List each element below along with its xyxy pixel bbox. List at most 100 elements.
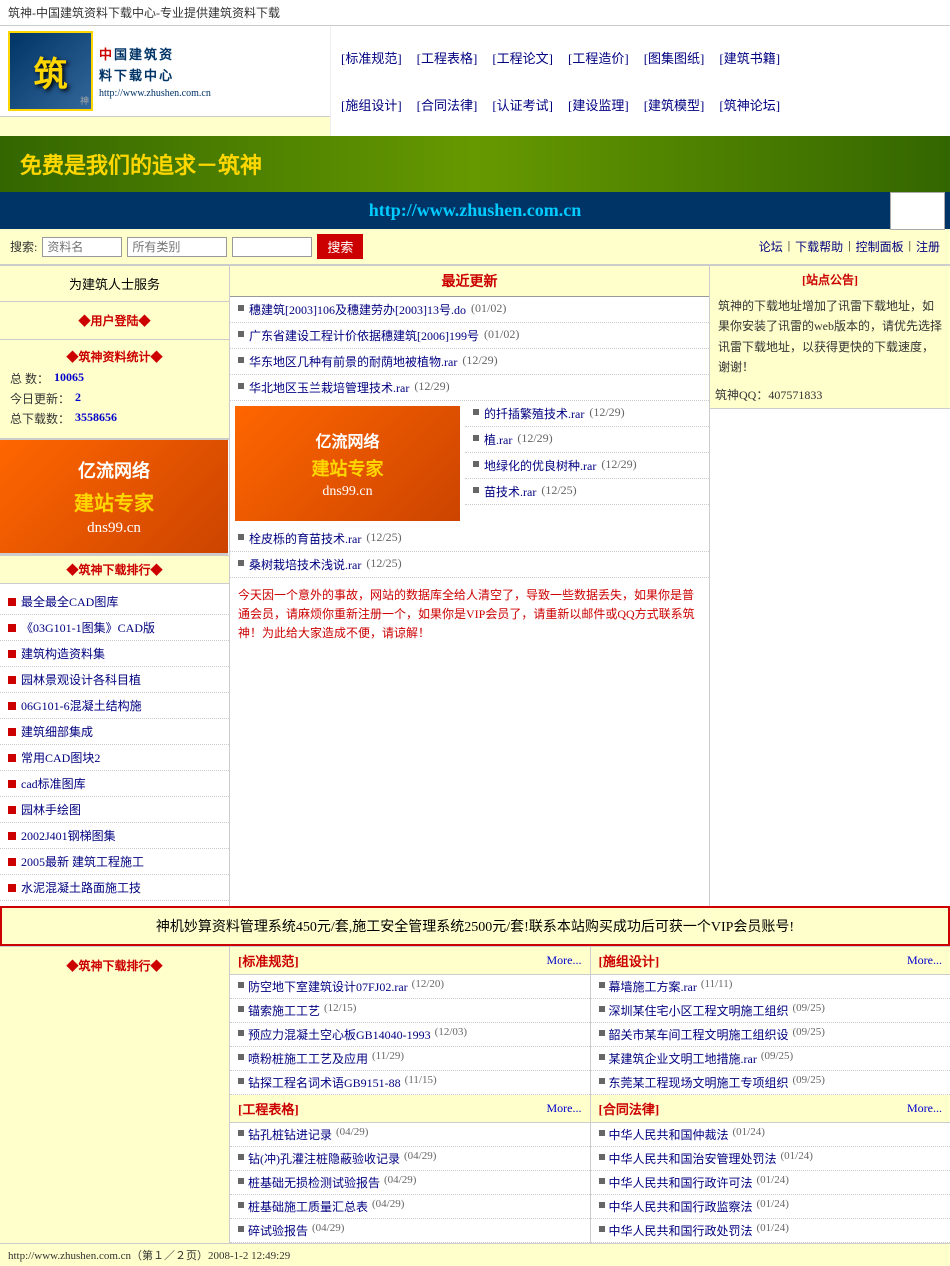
nav-renzheng[interactable]: [认证考试] [492, 95, 553, 114]
ranking-link-4[interactable]: 园林景观设计各科目植 [21, 671, 141, 688]
page-title-text: 筑神-中国建筑资料下载中心-专业提供建筑资料下载 [8, 6, 280, 20]
control-panel-link[interactable]: 控制面板 [856, 238, 904, 255]
ranking-link-5[interactable]: 06G101-6混凝土结构施 [21, 697, 142, 714]
bz-link-4[interactable]: 喷粉桩施工工艺及应用 [248, 1050, 368, 1067]
nav-luntan[interactable]: [筑神论坛] [719, 95, 780, 114]
sz-link-3[interactable]: 韶关市某车间工程文明施工组织设 [609, 1026, 789, 1043]
latest-link-1[interactable]: 穗建筑[2003]106及穗建劳办[2003]13号.do [249, 301, 466, 318]
search-type-input[interactable] [127, 237, 227, 257]
latest-link-10[interactable]: 桑树栽培技术浅说.rar [249, 556, 361, 573]
download-help-link[interactable]: 下载帮助 [795, 238, 843, 255]
list-item: 某建筑企业文明工地措施.rar (09/25) [591, 1047, 950, 1071]
bullet-icon [238, 1178, 244, 1184]
ranking-link-8[interactable]: cad标准图库 [21, 775, 86, 792]
list-item: 中华人民共和国行政许可法 (01/24) [591, 1171, 950, 1195]
latest-link-5[interactable]: 的扦插繁殖技术.rar [484, 405, 584, 422]
ranking-link-1[interactable]: 最全最全CAD图库 [21, 593, 118, 610]
shizu-more[interactable]: More... [907, 953, 942, 968]
ranking-link-12[interactable]: 水泥混凝土路面施工技 [21, 879, 141, 896]
ranking-link-9[interactable]: 园林手绘图 [21, 801, 81, 818]
bullet-icon [473, 461, 479, 467]
gb-link-5[interactable]: 碎试验报告 [248, 1222, 308, 1239]
hetong-more[interactable]: More... [907, 1101, 942, 1116]
center-with-ad: 亿流网络 建站专家 dns99.cn 的扦插繁殖技术.rar (12/29) 植… [230, 401, 709, 526]
bz-link-3[interactable]: 预应力混凝土空心板GB14040-1993 [248, 1026, 431, 1043]
latest-link-7[interactable]: 地绿化的优良树种.rar [484, 457, 596, 474]
nav-row-1: [标准规范] [工程表格] [工程论文] [工程造价] [图集图纸] [建筑书籍… [341, 48, 940, 67]
nav-hetong[interactable]: [合同法律] [417, 95, 478, 114]
nav-gonglun[interactable]: [工程论文] [492, 48, 553, 67]
banner-slogan: 免费是我们的追求－筑神 [0, 136, 950, 192]
search-keyword-input[interactable] [232, 237, 312, 257]
sz-link-2[interactable]: 深圳某住宅小区工程文明施工组织 [609, 1002, 789, 1019]
register-link[interactable]: 注册 [916, 238, 940, 255]
ranking-link-11[interactable]: 2005最新 建筑工程施工 [21, 853, 144, 870]
ht-link-3[interactable]: 中华人民共和国行政许可法 [609, 1174, 753, 1191]
forum-link[interactable]: 论坛 [759, 238, 783, 255]
main-layout: 为建筑人士服务 ◆用户登陆◆ ◆筑神资料统计◆ 总 数： 10065 今日更新：… [0, 265, 950, 906]
biaozhun-more[interactable]: More... [547, 953, 582, 968]
nav-shizu[interactable]: [施组设计] [341, 95, 402, 114]
list-item: 2002J401钢梯图集 [0, 823, 229, 849]
bullet-icon [473, 487, 479, 493]
ht-link-2[interactable]: 中华人民共和国治安管理处罚法 [609, 1150, 777, 1167]
list-item: 06G101-6混凝土结构施 [0, 693, 229, 719]
ht-link-4[interactable]: 中华人民共和国行政监察法 [609, 1198, 753, 1215]
hetong-header: [合同法律] More... [591, 1095, 950, 1123]
ht-link-5[interactable]: 中华人民共和国行政处罚法 [609, 1222, 753, 1239]
sidebar-service-title: 为建筑人士服务 [0, 266, 229, 302]
bullet-icon [238, 1202, 244, 1208]
search-name-input[interactable] [42, 237, 122, 257]
shizu-header: [施组设计] More... [591, 947, 950, 975]
stats-today-row: 今日更新： 2 [10, 390, 219, 407]
ranking-link-7[interactable]: 常用CAD图块2 [21, 749, 100, 766]
biaozhun-header: [标准规范] More... [230, 947, 590, 975]
stats-today-label: 今日更新： [10, 390, 70, 407]
gb-link-2[interactable]: 钻(冲)孔灌注桩隐蔽验收记录 [248, 1150, 400, 1167]
latest-link-4[interactable]: 华北地区玉兰栽培管理技术.rar [249, 379, 409, 396]
nav-jianli[interactable]: [建设监理] [568, 95, 629, 114]
bullet-icon [8, 806, 16, 814]
gongbiao-more[interactable]: More... [547, 1101, 582, 1116]
latest-link-8[interactable]: 苗技术.rar [484, 483, 536, 500]
bz-link-2[interactable]: 锚索施工工艺 [248, 1002, 320, 1019]
sz-link-1[interactable]: 幕墙施工方案.rar [609, 978, 697, 995]
ranking-link-2[interactable]: 《03G101-1图集》CAD版 [21, 619, 155, 636]
list-item: 园林景观设计各科目植 [0, 667, 229, 693]
ranking-link-6[interactable]: 建筑细部集成 [21, 723, 93, 740]
latest-link-6[interactable]: 植.rar [484, 431, 512, 448]
bullet-icon [8, 650, 16, 658]
nav-gongbiao[interactable]: [工程表格] [417, 48, 478, 67]
gb-link-4[interactable]: 桩基础施工质量汇总表 [248, 1198, 368, 1215]
ranking-link-3[interactable]: 建筑构造资料集 [21, 645, 105, 662]
navigation: [标准规范] [工程表格] [工程论文] [工程造价] [图集图纸] [建筑书籍… [330, 26, 950, 136]
latest-link-2[interactable]: 广东省建设工程计价依据穗建筑[2006]199号 [249, 327, 479, 344]
nav-zaojia[interactable]: [工程造价] [568, 48, 629, 67]
bz-link-1[interactable]: 防空地下室建筑设计07FJ02.rar [248, 978, 408, 995]
search-button[interactable]: 搜索 [317, 234, 363, 259]
ranking-link-10[interactable]: 2002J401钢梯图集 [21, 827, 116, 844]
nav-shujizhuzi[interactable]: [建筑书籍] [719, 48, 780, 67]
bz-link-5[interactable]: 钻探工程名词术语GB9151-88 [248, 1074, 401, 1091]
bottom-row-2: [工程表格] More... 钻孔桩钻进记录 (04/29) 钻(冲)孔灌注桩隐… [230, 1095, 950, 1243]
list-item: 植.rar (12/29) [465, 427, 709, 453]
sz-link-5[interactable]: 东莞某工程现场文明施工专项组织 [609, 1074, 789, 1091]
bullet-icon [599, 1030, 605, 1036]
nav-moxing[interactable]: [建筑模型] [644, 95, 705, 114]
nav-biaozhun[interactable]: [标准规范] [341, 48, 402, 67]
left-sidebar: 为建筑人士服务 ◆用户登陆◆ ◆筑神资料统计◆ 总 数： 10065 今日更新：… [0, 266, 230, 906]
bullet-icon [238, 1226, 244, 1232]
ht-link-1[interactable]: 中华人民共和国仲裁法 [609, 1126, 729, 1143]
sidebar-ad[interactable]: 亿流网络 建站专家 dns99.cn [0, 440, 228, 555]
bullet-icon [599, 1226, 605, 1232]
nav-tujizhuzi[interactable]: [图集图纸] [644, 48, 705, 67]
gb-link-1[interactable]: 钻孔桩钻进记录 [248, 1126, 332, 1143]
center-ad[interactable]: 亿流网络 建站专家 dns99.cn [235, 406, 460, 521]
latest-link-3[interactable]: 华东地区几种有前景的耐荫地被植物.rar [249, 353, 457, 370]
banner-white-box [890, 192, 945, 230]
list-item: 中华人民共和国仲裁法 (01/24) [591, 1123, 950, 1147]
sz-link-4[interactable]: 某建筑企业文明工地措施.rar [609, 1050, 757, 1067]
gb-link-3[interactable]: 桩基础无损检测试验报告 [248, 1174, 380, 1191]
notice-box: [站点公告] 筑神的下载地址增加了讯雷下载地址，如果你安装了讯雷的web版本的，… [710, 266, 950, 409]
latest-link-9[interactable]: 栓皮栎的育苗技术.rar [249, 530, 361, 547]
